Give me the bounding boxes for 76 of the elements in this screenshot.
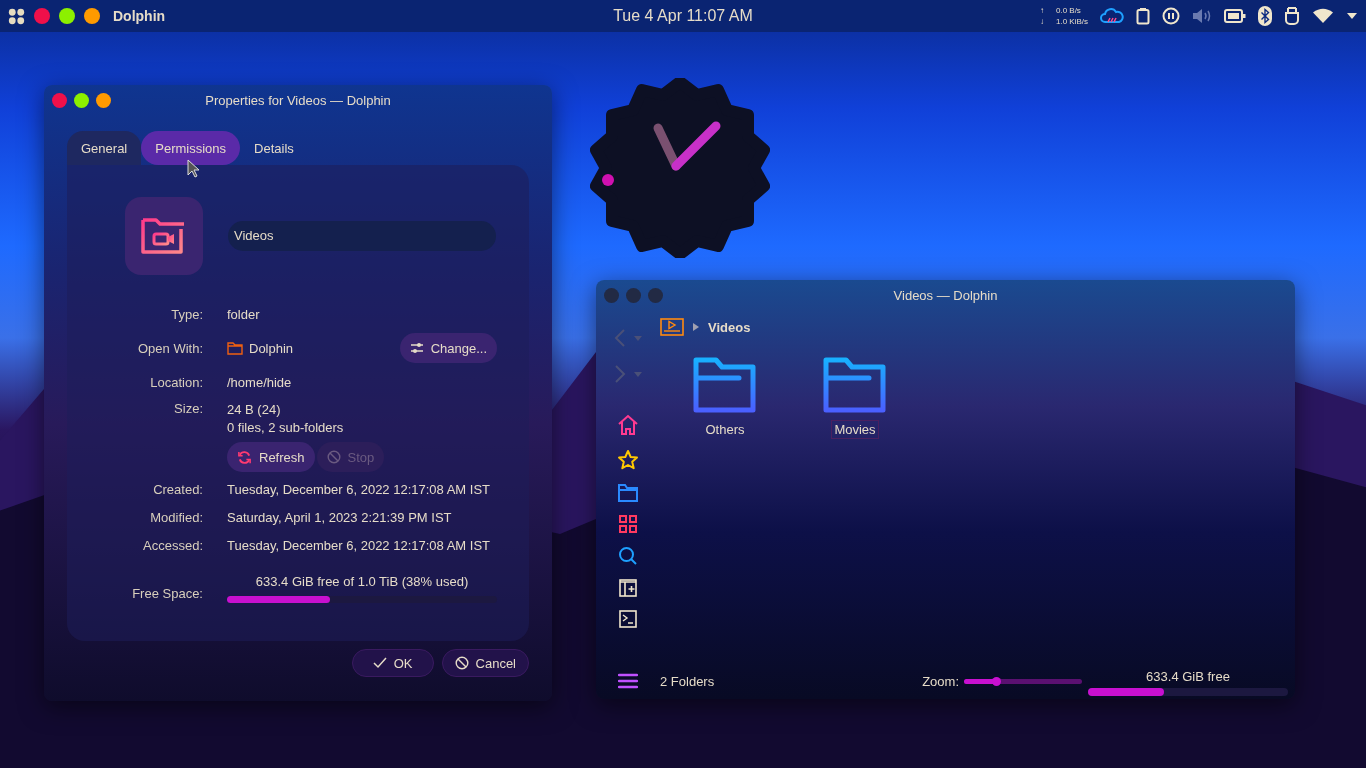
close-button[interactable] bbox=[52, 92, 67, 108]
field-label: Created: bbox=[152, 481, 203, 497]
home-icon[interactable] bbox=[617, 414, 639, 436]
add-panel-icon[interactable] bbox=[619, 579, 637, 597]
download-arrow: ↓ bbox=[1039, 16, 1044, 27]
tab[interactable]: General bbox=[67, 131, 142, 165]
upload-speed: 0.0 B/s bbox=[1055, 5, 1081, 16]
cloud-icon[interactable] bbox=[1100, 7, 1124, 25]
folder-icon[interactable] bbox=[618, 484, 638, 502]
folder-name[interactable]: Others bbox=[702, 420, 748, 439]
dropdown-arrow-icon[interactable] bbox=[1346, 12, 1358, 20]
maximize-button[interactable] bbox=[59, 8, 75, 24]
change-button[interactable]: Change... bbox=[399, 333, 497, 363]
status-text: 2 Folders bbox=[660, 673, 715, 689]
separator-arrow-icon bbox=[693, 323, 699, 331]
clock[interactable]: Tue 4 Apr 11:07 AM bbox=[613, 7, 753, 25]
folder-icon[interactable] bbox=[823, 356, 887, 414]
usb-drive-icon[interactable] bbox=[1284, 7, 1300, 25]
minimize-button[interactable] bbox=[84, 8, 100, 24]
field-label: Free Space: bbox=[131, 585, 203, 601]
date-value: Tuesday, December 6, 2022 12:17:08 AM IST bbox=[227, 537, 491, 553]
tab[interactable]: Permissions bbox=[141, 131, 241, 165]
search-icon[interactable] bbox=[618, 546, 638, 566]
location-value: /home/hide bbox=[227, 374, 292, 390]
refresh-icon bbox=[237, 449, 252, 465]
ok-button[interactable]: OK bbox=[351, 649, 434, 677]
wifi-icon[interactable] bbox=[1312, 8, 1334, 24]
volume-icon[interactable] bbox=[1192, 8, 1212, 24]
cancel-button[interactable]: Cancel bbox=[441, 649, 529, 677]
field-label: Size: bbox=[173, 401, 203, 416]
pause-icon[interactable] bbox=[1162, 7, 1180, 25]
free-space-reading: 633.4 GiB free bbox=[1146, 668, 1230, 684]
content-count: 0 files, 2 sub-folders bbox=[227, 419, 344, 437]
breadcrumb-item[interactable]: Videos bbox=[708, 319, 751, 335]
field-label: Open With: bbox=[136, 340, 203, 356]
tab[interactable]: Details bbox=[240, 131, 308, 165]
field-label: Type: bbox=[170, 306, 203, 322]
folder-name[interactable]: Movies bbox=[831, 420, 879, 439]
date-value: Saturday, April 1, 2023 2:21:39 PM IST bbox=[227, 509, 452, 525]
app-name: Dolphin bbox=[249, 340, 294, 356]
clipboard-icon[interactable] bbox=[1136, 7, 1150, 25]
app-grid-icon[interactable] bbox=[8, 7, 25, 25]
window-title: Properties for Videos — Dolphin bbox=[204, 92, 392, 108]
mouse-pointer-icon bbox=[187, 159, 201, 179]
maximize-button[interactable] bbox=[74, 92, 89, 108]
close-button[interactable] bbox=[34, 8, 50, 24]
menu-icon[interactable] bbox=[618, 673, 638, 689]
video-folder-icon[interactable] bbox=[660, 318, 684, 336]
date-value: Tuesday, December 6, 2022 12:17:08 AM IST bbox=[227, 481, 491, 497]
bluetooth-icon[interactable] bbox=[1258, 6, 1272, 26]
name-field[interactable]: Videos bbox=[228, 221, 496, 251]
terminal-icon[interactable] bbox=[619, 610, 637, 628]
grid-icon[interactable] bbox=[619, 515, 637, 533]
field-label: Location: bbox=[149, 374, 203, 390]
zoom-label: Zoom: bbox=[922, 673, 959, 689]
cancel-icon bbox=[454, 656, 469, 670]
field-label: Modified: bbox=[149, 509, 203, 525]
active-app-name: Dolphin bbox=[113, 8, 166, 24]
refresh-button[interactable]: Refresh bbox=[227, 442, 315, 472]
free-space-reading: 633.4 GiB free of 1.0 TiB (38% used) bbox=[254, 573, 470, 591]
zoom-slider[interactable] bbox=[964, 678, 1082, 684]
type-value: folder bbox=[227, 306, 260, 322]
upload-arrow: ↑ bbox=[1039, 5, 1044, 16]
folder-icon[interactable] bbox=[693, 356, 757, 414]
size-value: 24 B (24) bbox=[227, 401, 282, 419]
folder-icon bbox=[227, 341, 243, 355]
battery-icon[interactable] bbox=[1224, 9, 1246, 23]
check-icon bbox=[372, 657, 387, 669]
star-icon[interactable] bbox=[617, 449, 639, 471]
minimize-button[interactable] bbox=[96, 92, 111, 108]
field-label: Accessed: bbox=[142, 537, 203, 553]
sliders-icon bbox=[409, 342, 424, 354]
download-speed: 1.0 KiB/s bbox=[1055, 16, 1088, 27]
window-title: Videos — Dolphin bbox=[892, 287, 999, 303]
stop-icon bbox=[326, 450, 341, 464]
folder-video-icon[interactable] bbox=[125, 197, 203, 275]
